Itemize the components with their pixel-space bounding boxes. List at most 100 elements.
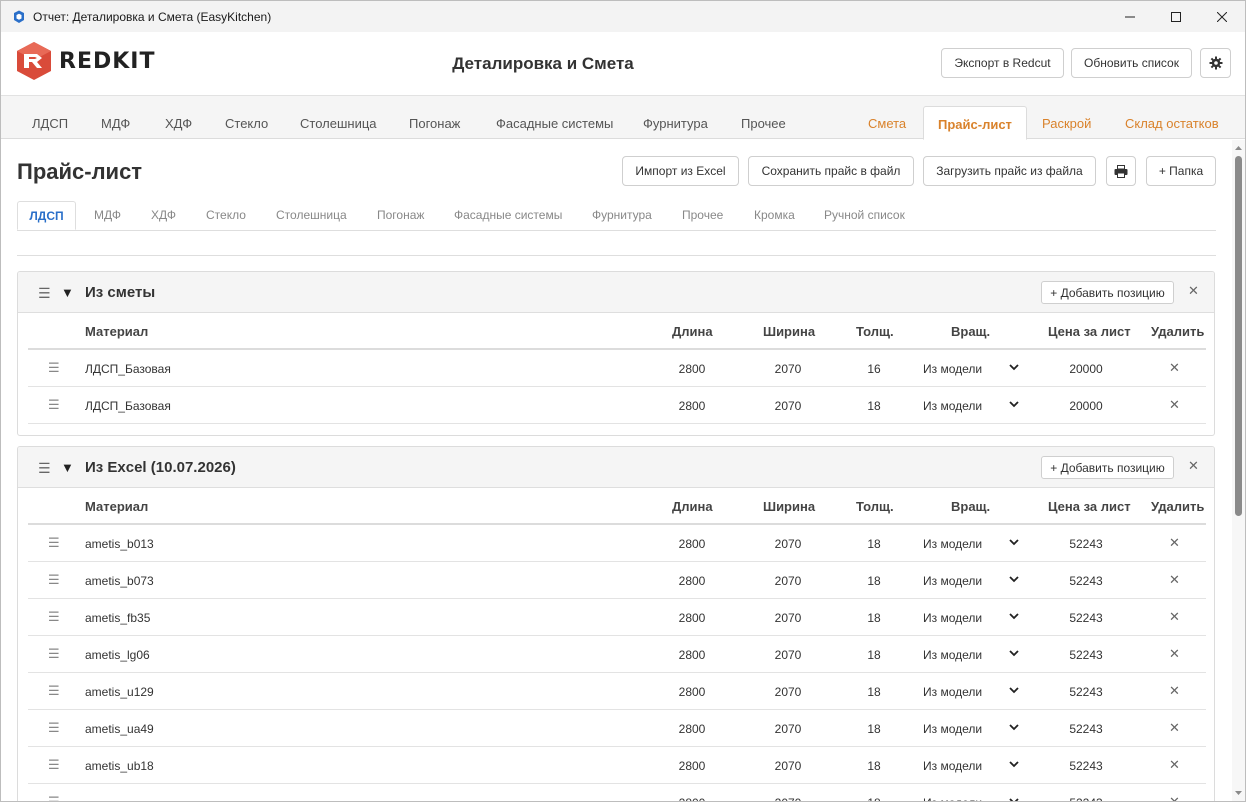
- subtab-molding[interactable]: Погонаж: [377, 201, 424, 229]
- tab-ldsp[interactable]: ЛДСП: [32, 96, 68, 139]
- refresh-list-button[interactable]: Обновить список: [1071, 48, 1192, 78]
- print-button[interactable]: [1106, 156, 1136, 186]
- maximize-button[interactable]: [1153, 1, 1199, 32]
- row-drag-icon[interactable]: ☰: [48, 794, 60, 801]
- delete-row-icon[interactable]: ✕: [1169, 572, 1180, 588]
- import-excel-button[interactable]: Импорт из Excel: [622, 156, 739, 186]
- subtab-countertop[interactable]: Столешница: [276, 201, 347, 229]
- rotation-select[interactable]: Из модели: [923, 759, 1019, 773]
- row-drag-icon[interactable]: ☰: [48, 397, 60, 413]
- rotation-select[interactable]: Из модели: [923, 362, 1019, 376]
- collapse-triangle-icon[interactable]: ▼: [61, 285, 74, 300]
- subtab-hardware[interactable]: Фурнитура: [592, 201, 652, 229]
- rotation-select[interactable]: Из модели: [923, 796, 1019, 801]
- rotation-select[interactable]: Из модели: [923, 722, 1019, 736]
- material-cell: ametis_b013: [85, 537, 154, 551]
- export-redcut-button[interactable]: Экспорт в Redcut: [941, 48, 1064, 78]
- delete-row-icon[interactable]: ✕: [1169, 397, 1180, 413]
- delete-row-icon[interactable]: ✕: [1169, 646, 1180, 662]
- col-material: Материал: [85, 499, 149, 514]
- subtab-facade-systems[interactable]: Фасадные системы: [454, 201, 562, 229]
- tab-stock[interactable]: Склад остатков: [1125, 96, 1219, 139]
- delete-row-icon[interactable]: ✕: [1169, 794, 1180, 801]
- thickness-cell: 18: [867, 399, 881, 413]
- chevron-down-icon: [1009, 576, 1019, 583]
- tab-glass[interactable]: Стекло: [225, 96, 268, 139]
- collapse-triangle-icon[interactable]: ▼: [61, 460, 74, 475]
- drag-handle-icon[interactable]: ☰: [38, 460, 51, 477]
- tab-facade-systems[interactable]: Фасадные системы: [496, 96, 613, 139]
- section-title: Из Excel (10.07.2026): [85, 459, 236, 476]
- col-material: Материал: [85, 324, 149, 339]
- table-row: ☰ ametis_u129 2800 2070 18 Из модели 52243 ✕: [28, 673, 1206, 710]
- tab-cutting[interactable]: Раскрой: [1042, 96, 1091, 139]
- tab-hardware[interactable]: Фурнитура: [643, 96, 708, 139]
- row-drag-icon[interactable]: ☰: [48, 720, 60, 736]
- content-area: Прайс-лист Импорт из Excel Сохранить пра…: [1, 140, 1231, 801]
- delete-row-icon[interactable]: ✕: [1169, 535, 1180, 551]
- row-drag-icon[interactable]: ☰: [48, 609, 60, 625]
- width-cell: 2070: [774, 537, 802, 551]
- row-drag-icon[interactable]: ☰: [48, 535, 60, 551]
- load-price-button[interactable]: Загрузить прайс из файла: [923, 156, 1096, 186]
- rotation-value: Из модели: [923, 574, 983, 588]
- section-from-estimate: ☰ ▼ Из сметы + Добавить позицию ✕ Матери…: [17, 271, 1215, 436]
- row-drag-icon[interactable]: ☰: [48, 572, 60, 588]
- delete-row-icon[interactable]: ✕: [1169, 360, 1180, 376]
- subtab-edge[interactable]: Кромка: [754, 201, 795, 229]
- vertical-scrollbar[interactable]: [1232, 140, 1245, 801]
- length-cell: 2800: [678, 685, 706, 699]
- add-folder-button[interactable]: + Папка: [1146, 156, 1216, 186]
- price-cell: 52243: [1069, 611, 1103, 625]
- row-drag-icon[interactable]: ☰: [48, 757, 60, 773]
- subtab-manual-list[interactable]: Ручной список: [824, 201, 905, 229]
- chevron-down-icon: [1009, 650, 1019, 657]
- price-cell: 20000: [1069, 399, 1103, 413]
- rotation-select[interactable]: Из модели: [923, 685, 1019, 699]
- add-position-button[interactable]: + Добавить позицию: [1041, 456, 1174, 479]
- tab-other[interactable]: Прочее: [741, 96, 786, 139]
- subtab-hdf[interactable]: ХДФ: [151, 201, 176, 229]
- delete-row-icon[interactable]: ✕: [1169, 720, 1180, 736]
- subtab-ldsp[interactable]: ЛДСП: [17, 201, 76, 230]
- add-position-button[interactable]: + Добавить позицию: [1041, 281, 1174, 304]
- close-icon[interactable]: ✕: [1188, 458, 1199, 474]
- tab-price-list[interactable]: Прайс-лист: [923, 106, 1027, 140]
- delete-row-icon[interactable]: ✕: [1169, 609, 1180, 625]
- drag-handle-icon[interactable]: ☰: [38, 285, 51, 302]
- chevron-down-icon: [1009, 401, 1019, 408]
- subtab-glass[interactable]: Стекло: [206, 201, 246, 229]
- table-row: ☰ ametis_lg06 2800 2070 18 Из модели 52243 ✕: [28, 636, 1206, 673]
- tab-hdf[interactable]: ХДФ: [165, 96, 192, 139]
- tab-molding[interactable]: Погонаж: [409, 96, 460, 139]
- row-drag-icon[interactable]: ☰: [48, 683, 60, 699]
- rotation-select[interactable]: Из модели: [923, 648, 1019, 662]
- minimize-button[interactable]: [1107, 1, 1153, 32]
- tab-mdf[interactable]: МДФ: [101, 96, 130, 139]
- scrollbar-thumb[interactable]: [1235, 156, 1242, 516]
- material-cell: ЛДСП_Базовая: [85, 362, 171, 376]
- sub-tabs: ЛДСП МДФ ХДФ Стекло Столешница Погонаж Ф…: [17, 201, 1216, 231]
- subtab-mdf[interactable]: МДФ: [94, 201, 121, 229]
- save-price-button[interactable]: Сохранить прайс в файл: [748, 156, 914, 186]
- tab-estimate[interactable]: Смета: [868, 96, 906, 139]
- settings-button[interactable]: [1200, 48, 1231, 78]
- rotation-select[interactable]: Из модели: [923, 611, 1019, 625]
- scroll-down-icon[interactable]: [1232, 788, 1245, 798]
- close-icon[interactable]: ✕: [1188, 283, 1199, 299]
- tab-countertop[interactable]: Столешница: [300, 96, 377, 139]
- price-cell: 52243: [1058, 796, 1114, 801]
- subtab-other[interactable]: Прочее: [682, 201, 723, 229]
- close-window-button[interactable]: [1199, 1, 1245, 32]
- chevron-down-icon: [1009, 798, 1019, 801]
- rotation-select[interactable]: Из модели: [923, 574, 1019, 588]
- row-drag-icon[interactable]: ☰: [48, 646, 60, 662]
- row-drag-icon[interactable]: ☰: [48, 360, 60, 376]
- width-cell: 2070: [774, 399, 802, 413]
- delete-row-icon[interactable]: ✕: [1169, 757, 1180, 773]
- scroll-up-icon[interactable]: [1232, 143, 1245, 153]
- delete-row-icon[interactable]: ✕: [1169, 683, 1180, 699]
- printer-icon: [1114, 164, 1128, 178]
- rotation-select[interactable]: Из модели: [923, 537, 1019, 551]
- rotation-select[interactable]: Из модели: [923, 399, 1019, 413]
